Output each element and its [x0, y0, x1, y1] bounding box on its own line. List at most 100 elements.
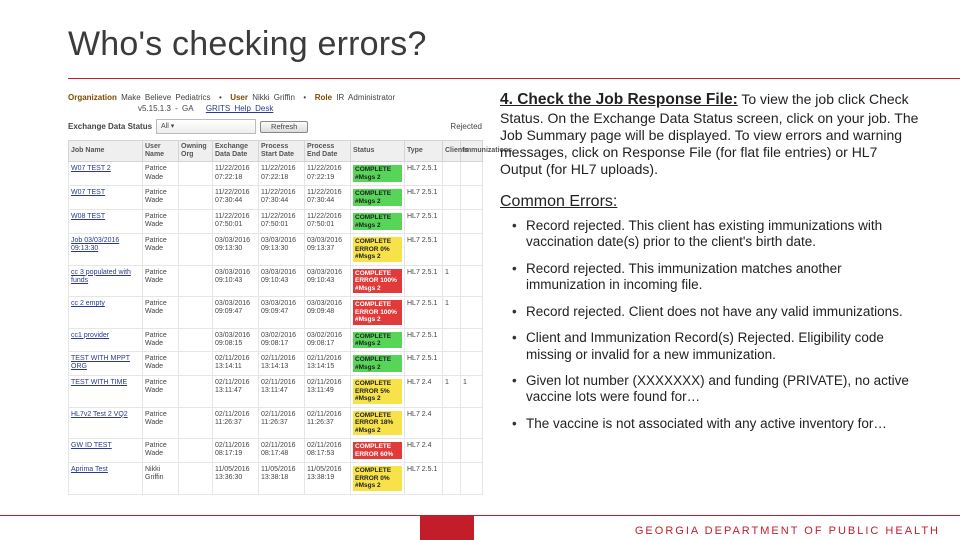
table-cell: Patrice Wade: [143, 162, 179, 186]
table-cell: 11/05/2016 13:36:30: [213, 463, 259, 494]
table-cell: COMPLETE ERROR 0% #Msgs 2: [351, 463, 405, 494]
table-row: Aprima Test Nikki Griffin 11/05/2016 13:36…: [69, 463, 483, 494]
table-cell: 02/11/2016 13:11:49: [305, 376, 351, 407]
table-cell: 11/22/2016 07:50:01: [259, 210, 305, 234]
table-header: Process End Date: [305, 141, 351, 162]
table-cell: cc 3 populated with funds: [69, 265, 143, 296]
table-cell: 02/11/2016 11:26:37: [213, 407, 259, 438]
table-cell: [461, 186, 483, 210]
table-cell: [461, 210, 483, 234]
table-cell: Patrice Wade: [143, 234, 179, 265]
table-cell: 03/02/2016 09:08:17: [305, 328, 351, 352]
table-row: TEST WITH MPPT ORG Patrice Wade 02/11/2016…: [69, 352, 483, 376]
table-cell: [461, 328, 483, 352]
table-row: cc1 providerPatrice Wade03/03/2016 09:08…: [69, 328, 483, 352]
table-row: cc 3 populated with fundsPatrice Wade03/…: [69, 265, 483, 296]
table-cell: Patrice Wade: [143, 328, 179, 352]
job-link[interactable]: Job 03/03/2016 09:13:30: [71, 237, 119, 252]
table-cell: [461, 463, 483, 494]
error-item: The vaccine is not associated with any a…: [514, 416, 922, 432]
job-link[interactable]: cc 2 empty: [71, 300, 105, 307]
table-cell: [179, 210, 213, 234]
table-cell: 02/11/2016 13:14:15: [305, 352, 351, 376]
helpdesk-link[interactable]: GRITS Help Desk: [206, 104, 274, 113]
table-cell: 1: [443, 297, 461, 328]
table-row: HL7v2 Test 2 VQ2Patrice Wade02/11/2016 1…: [69, 407, 483, 438]
table-cell: [179, 265, 213, 296]
table-cell: [443, 210, 461, 234]
table-cell: GW ID TEST: [69, 439, 143, 463]
table-cell: 02/11/2016 08:17:19: [213, 439, 259, 463]
table-header: User Name: [143, 141, 179, 162]
table-cell: 11/22/2016 07:30:44: [213, 186, 259, 210]
table-cell: [179, 376, 213, 407]
step-head: 4. Check the Job Response File:: [500, 91, 738, 108]
table-cell: 02/11/2016 13:14:11: [213, 352, 259, 376]
meta-label: Organization: [68, 93, 117, 102]
error-item: Record rejected. Client does not have an…: [514, 304, 922, 320]
text-column: 4. Check the Job Response File: To view …: [500, 91, 922, 495]
table-cell: Nikki Griffin: [143, 463, 179, 494]
table-cell: [461, 297, 483, 328]
table-cell: 11/05/2016 13:38:19: [305, 463, 351, 494]
errors-list: Record rejected. This client has existin…: [500, 218, 922, 433]
table-cell: cc1 provider: [69, 328, 143, 352]
rejected-label: Rejected: [450, 122, 482, 131]
table-cell: [443, 186, 461, 210]
status-badge: COMPLETE ERROR 0% #Msgs 2: [353, 237, 402, 261]
meta-label: User: [230, 93, 248, 102]
job-link[interactable]: HL7v2 Test 2 VQ2: [71, 411, 128, 418]
job-link[interactable]: Aprima Test: [71, 466, 108, 473]
table-cell: COMPLETE #Msgs 2: [351, 162, 405, 186]
meta-row-1: Organization Make Believe Pediatrics • U…: [68, 93, 482, 102]
table-cell: 03/03/2016 09:13:30: [213, 234, 259, 265]
job-link[interactable]: cc1 provider: [71, 332, 109, 339]
meta-row-2: v5.15.1.3 - GA GRITS Help Desk: [138, 104, 482, 113]
table-cell: 03/03/2016 09:09:47: [213, 297, 259, 328]
jobs-table: Job NameUser NameOwning OrgExchange Data…: [68, 140, 483, 494]
job-link[interactable]: cc 3 populated with funds: [71, 269, 131, 284]
meta-role: IR Administrator: [336, 93, 395, 102]
table-cell: 11/05/2016 13:38:18: [259, 463, 305, 494]
table-cell: Patrice Wade: [143, 352, 179, 376]
table-row: Job 03/03/2016 09:13:30 Patrice Wade 03/03…: [69, 234, 483, 265]
refresh-button[interactable]: Refresh: [260, 121, 308, 134]
job-link[interactable]: TEST WITH TIME: [71, 379, 127, 386]
job-link[interactable]: W08 TEST: [71, 213, 105, 220]
table-cell: [443, 407, 461, 438]
job-link[interactable]: TEST WITH MPPT ORG: [71, 355, 130, 370]
table-cell: [179, 186, 213, 210]
table-header-row: Job NameUser NameOwning OrgExchange Data…: [69, 141, 483, 162]
table-cell: [179, 407, 213, 438]
table-cell: Aprima Test: [69, 463, 143, 494]
table-header: Job Name: [69, 141, 143, 162]
table-cell: 1: [443, 376, 461, 407]
table-cell: 11/22/2016 07:50:01: [305, 210, 351, 234]
table-cell: [179, 234, 213, 265]
error-item: Client and Immunization Record(s) Reject…: [514, 330, 922, 363]
select-value: All: [161, 123, 169, 130]
table-row: cc 2 emptyPatrice Wade03/03/2016 09:09:4…: [69, 297, 483, 328]
table-cell: 11/22/2016 07:22:18: [259, 162, 305, 186]
job-link[interactable]: W07 TEST: [71, 189, 105, 196]
table-cell: Patrice Wade: [143, 186, 179, 210]
error-item: Record rejected. This client has existin…: [514, 218, 922, 251]
table-cell: 1: [461, 376, 483, 407]
footer-label: GEORGIA DEPARTMENT OF PUBLIC HEALTH: [635, 525, 940, 537]
status-badge: COMPLETE ERROR 60%: [353, 442, 402, 459]
table-cell: HL7 2.5.1: [405, 210, 443, 234]
filter-row: Exchange Data Status All ▾ Refresh Rejec…: [68, 119, 482, 134]
table-cell: HL7 2.4: [405, 439, 443, 463]
table-cell: HL7 2.5.1: [405, 297, 443, 328]
table-header: Owning Org: [179, 141, 213, 162]
table-header: Exchange Data Date: [213, 141, 259, 162]
job-link[interactable]: GW ID TEST: [71, 442, 112, 449]
error-item: Record rejected. This immunization match…: [514, 261, 922, 294]
table-cell: [461, 352, 483, 376]
table-cell: HL7 2.4: [405, 376, 443, 407]
status-badge: COMPLETE #Msgs 2: [353, 213, 402, 230]
job-link[interactable]: W07 TEST 2: [71, 165, 111, 172]
table-cell: [443, 352, 461, 376]
status-select[interactable]: All ▾: [156, 119, 256, 134]
slide-title: Who's checking errors?: [68, 25, 922, 64]
